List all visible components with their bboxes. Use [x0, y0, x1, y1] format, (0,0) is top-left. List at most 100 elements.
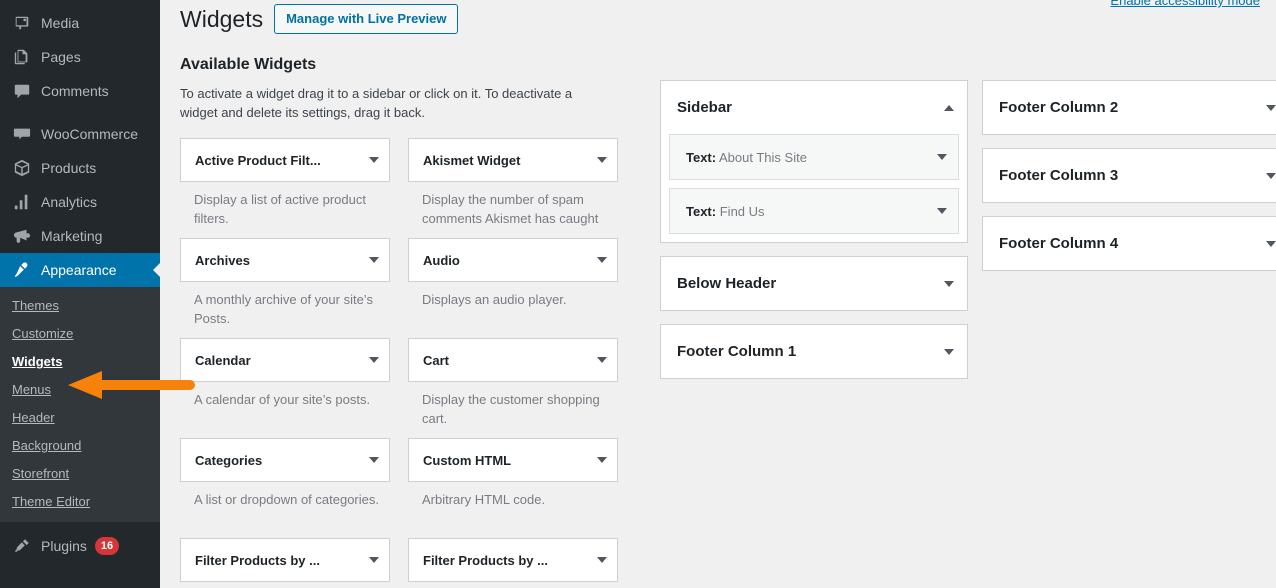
available-widget-header[interactable]: Calendar — [180, 338, 390, 382]
main-content: Enable accessibility mode Widgets Manage… — [160, 0, 1276, 588]
menu-item-marketing[interactable]: Marketing — [0, 219, 160, 253]
available-widget-header[interactable]: Custom HTML — [408, 438, 618, 482]
menu-item-appearance[interactable]: Appearance — [0, 253, 160, 287]
chevron-down-icon[interactable] — [369, 557, 379, 563]
available-widget-header[interactable]: Archives — [180, 238, 390, 282]
marketing-icon — [12, 226, 32, 246]
page-title: Widgets — [180, 5, 264, 32]
widget-area-header[interactable]: Footer Column 2 — [983, 81, 1276, 134]
available-widget-description: Display a list of active product filters… — [194, 192, 366, 226]
widget-area-footer-column-4: Footer Column 4 — [982, 216, 1276, 271]
widget-area-footer-column-2: Footer Column 2 — [982, 80, 1276, 135]
chevron-down-icon[interactable] — [369, 157, 379, 163]
submenu-item-customize[interactable]: Customize — [0, 320, 160, 348]
submenu-item-theme-editor[interactable]: Theme Editor — [0, 488, 160, 516]
widget-area-title: Footer Column 4 — [999, 235, 1119, 252]
widget-area-header[interactable]: Below Header — [661, 257, 967, 310]
chevron-down-icon[interactable] — [1266, 104, 1276, 111]
available-widget-header[interactable]: Filter Products by ... — [408, 538, 618, 582]
chevron-down-icon[interactable] — [369, 457, 379, 463]
available-widget: Akismet Widget Display the number of spam… — [408, 138, 618, 238]
assigned-widget-type: Text: — [686, 149, 717, 165]
menu-item-label: Marketing — [41, 228, 103, 244]
available-widget: Filter Products by ... — [408, 538, 618, 588]
widget-area-sidebar: Sidebar Text: About This Site Text: Find U… — [660, 80, 968, 243]
available-widgets-description: To activate a widget drag it to a sideba… — [180, 86, 573, 120]
chevron-down-icon[interactable] — [944, 348, 954, 355]
assigned-widget[interactable]: Text: About This Site — [669, 134, 959, 180]
woocommerce-icon — [12, 124, 32, 144]
available-widget-header[interactable]: Cart — [408, 338, 618, 382]
submenu-item-background[interactable]: Background — [0, 432, 160, 460]
available-widget-title: Audio — [423, 252, 460, 268]
chevron-down-icon[interactable] — [597, 257, 607, 263]
admin-sidebar-menu: Media Pages Comments WooCommerce Products Ana… — [0, 0, 160, 588]
menu-item-analytics[interactable]: Analytics — [0, 185, 160, 219]
chevron-down-icon[interactable] — [597, 557, 607, 563]
assigned-widget-type: Text: — [686, 203, 717, 219]
enable-accessibility-mode-link[interactable]: Enable accessibility mode — [1110, 0, 1260, 8]
chevron-down-icon[interactable] — [937, 208, 947, 214]
widget-area-footer-column-1: Footer Column 1 — [660, 324, 968, 379]
submenu-item-themes[interactable]: Themes — [0, 292, 160, 320]
assigned-widget-instance-name: About This Site — [719, 149, 807, 165]
menu-item-woocommerce[interactable]: WooCommerce — [0, 117, 160, 151]
menu-item-comments[interactable]: Comments — [0, 74, 160, 108]
available-widget-header[interactable]: Audio — [408, 238, 618, 282]
chevron-down-icon[interactable] — [369, 257, 379, 263]
available-widget-header[interactable]: Akismet Widget — [408, 138, 618, 182]
widget-area-header[interactable]: Sidebar — [661, 81, 967, 134]
appearance-icon — [12, 260, 32, 280]
available-widget-title: Categories — [195, 452, 263, 468]
assigned-widget-instance-name: Find Us — [719, 203, 765, 219]
submenu-item-menus[interactable]: Menus — [0, 376, 160, 404]
available-widget-header[interactable]: Filter Products by ... — [180, 538, 390, 582]
admin-menu-plugins-slot: Plugins 16 — [0, 529, 160, 563]
comments-icon — [12, 81, 32, 101]
available-widget: Calendar A calendar of your site’s posts. — [180, 338, 390, 438]
widget-area-header[interactable]: Footer Column 3 — [983, 149, 1276, 202]
available-widget: Filter Products by ... — [180, 538, 390, 588]
menu-item-label: Analytics — [41, 194, 98, 210]
widget-areas-panel: Sidebar Text: About This Site Text: Find U… — [620, 55, 1276, 588]
menu-item-products[interactable]: Products — [0, 151, 160, 185]
widget-area-header[interactable]: Footer Column 4 — [983, 217, 1276, 270]
widget-area-column: Sidebar Text: About This Site Text: Find U… — [660, 80, 968, 588]
available-widget-header[interactable]: Categories — [180, 438, 390, 482]
available-widget-description: A monthly archive of your site’s Posts. — [194, 292, 373, 326]
chevron-up-icon[interactable] — [944, 104, 954, 111]
chevron-down-icon[interactable] — [597, 357, 607, 363]
widget-area-title: Footer Column 1 — [677, 343, 797, 360]
available-widget-header[interactable]: Active Product Filt... — [180, 138, 390, 182]
widget-area-header[interactable]: Footer Column 1 — [661, 325, 967, 378]
menu-item-plugins[interactable]: Plugins 16 — [0, 529, 160, 563]
submenu-item-header[interactable]: Header — [0, 404, 160, 432]
chevron-down-icon[interactable] — [369, 357, 379, 363]
admin-menu-top-list: Media Pages Comments WooCommerce Products Ana… — [0, 6, 160, 287]
assigned-widget[interactable]: Text: Find Us — [669, 188, 959, 234]
chevron-down-icon[interactable] — [1266, 172, 1276, 179]
available-widget: Categories A list or dropdown of categori… — [180, 438, 390, 538]
available-widget-title: Filter Products by ... — [195, 552, 320, 568]
widget-area-title: Sidebar — [677, 99, 733, 116]
chevron-down-icon[interactable] — [944, 280, 954, 287]
menu-item-media[interactable]: Media — [0, 6, 160, 40]
submenu-item-storefront[interactable]: Storefront — [0, 460, 160, 488]
submenu-item-widgets[interactable]: Widgets — [0, 348, 160, 376]
available-widgets-grid: Active Product Filt... Display a list of … — [180, 138, 620, 588]
chevron-down-icon[interactable] — [597, 157, 607, 163]
chevron-down-icon[interactable] — [1266, 240, 1276, 247]
chevron-down-icon[interactable] — [937, 154, 947, 160]
menu-item-label: Plugins — [41, 538, 87, 554]
wordpress-admin-widgets-screen: Media Pages Comments WooCommerce Products Ana… — [0, 0, 1276, 588]
manage-with-live-preview-button[interactable]: Manage with Live Preview — [274, 4, 459, 34]
available-widget-description: A list or dropdown of categories. — [194, 492, 379, 507]
page-header: Widgets Manage with Live Preview — [180, 0, 1258, 34]
menu-item-pages[interactable]: Pages — [0, 40, 160, 74]
available-widget-title: Calendar — [195, 352, 251, 368]
available-widget-title: Cart — [423, 352, 450, 368]
available-widgets-title: Available Widgets — [180, 56, 317, 73]
chevron-down-icon[interactable] — [597, 457, 607, 463]
menu-separator — [0, 108, 160, 117]
available-widget-title: Active Product Filt... — [195, 152, 321, 168]
